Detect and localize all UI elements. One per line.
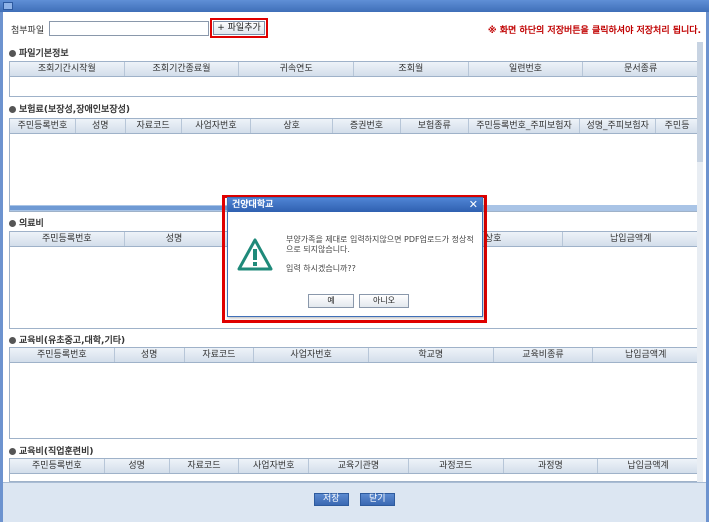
close-button[interactable]: 닫기 (360, 493, 395, 506)
confirm-dialog: 건양대학교 ✕ 부양가족을 제대로 입력하지않으면 PDF업로드가 정상적으로 … (227, 197, 483, 317)
footer-bar: 저장 닫기 (3, 482, 706, 522)
section-title-education: 교육비(유초중고,대학,기타) (9, 333, 125, 346)
add-file-button[interactable]: + 파일추가 (213, 21, 265, 35)
attach-label: 첨부파일 (11, 26, 45, 36)
section-title-vocational: 교육비(직업훈련비) (9, 444, 93, 457)
dialog-title: 건양대학교 (232, 200, 274, 210)
column-header[interactable]: 자료코드 (170, 459, 240, 473)
grid-header: 조회기간시작월 조회기간종료월 귀속연도 조회월 일련번호 문서종류 (10, 62, 699, 77)
grid-education[interactable]: 주민등록번호 성명 자료코드 사업자번호 학교명 교육비종류 납입금액계 (9, 347, 700, 439)
column-header[interactable]: 귀속연도 (239, 62, 355, 76)
save-button[interactable]: 저장 (314, 493, 349, 506)
grid-vocational[interactable]: 주민등록번호 성명 자료코드 사업자번호 교육기관명 과정코드 과정명 납입금액… (9, 458, 700, 482)
grid-header: 주민등록번호 성명 자료코드 사업자번호 교육기관명 과정코드 과정명 납입금액… (10, 459, 699, 474)
column-header[interactable]: 납입금액계 (563, 232, 699, 246)
close-icon[interactable]: ✕ (469, 198, 478, 212)
add-file-highlight: + 파일추가 (210, 18, 268, 38)
section-title-medical: 의료비 (9, 216, 44, 229)
column-header[interactable]: 납입금액계 (593, 348, 699, 362)
bullet-icon (9, 106, 16, 113)
bullet-icon (9, 220, 16, 227)
column-header[interactable]: 주민등록번호 (10, 459, 105, 473)
column-header[interactable]: 상호 (251, 119, 334, 133)
warning-icon (237, 238, 273, 271)
column-header[interactable]: 주민등록번호 (10, 348, 115, 362)
column-header[interactable]: 교육비종류 (494, 348, 594, 362)
column-header[interactable]: 보험종류 (401, 119, 469, 133)
vertical-scrollbar[interactable] (697, 42, 703, 482)
column-header[interactable]: 성명 (125, 232, 225, 246)
grid-header: 주민등록번호 성명 자료코드 사업자번호 상호 증권번호 보험종류 주민등록번호… (10, 119, 699, 134)
column-header[interactable]: 사업자번호 (239, 459, 310, 473)
column-header[interactable]: 일련번호 (469, 62, 584, 76)
section-title-insurance: 보험료(보장성,장애인보장성) (9, 102, 130, 115)
grid-header: 주민등록번호 성명 자료코드 사업자번호 학교명 교육비종류 납입금액계 (10, 348, 699, 363)
dialog-message: 부양가족을 제대로 입력하지않으면 PDF업로드가 정상적으로 되지않습니다. (286, 235, 474, 254)
column-header[interactable]: 과정코드 (409, 459, 504, 473)
yes-button[interactable]: 예 (308, 294, 354, 308)
no-button[interactable]: 아니오 (359, 294, 409, 308)
dialog-titlebar: 건양대학교 ✕ (228, 198, 482, 212)
column-header[interactable]: 교육기관명 (309, 459, 409, 473)
column-header[interactable]: 성명 (105, 459, 170, 473)
column-header[interactable]: 주민등록번호 (10, 232, 125, 246)
scrollbar-thumb[interactable] (697, 42, 703, 162)
bullet-icon (9, 50, 16, 57)
column-header[interactable]: 자료코드 (126, 119, 182, 133)
column-header[interactable]: 과정명 (504, 459, 599, 473)
column-header[interactable]: 사업자번호 (182, 119, 252, 133)
window-titlebar (0, 0, 709, 12)
column-header[interactable]: 조회월 (354, 62, 469, 76)
column-header[interactable]: 성명_주피보험자 (580, 119, 657, 133)
attach-bar: 첨부파일 + 파일추가 ※ 화면 하단의 저장버튼을 클릭하셔야 저장처리 됩니… (7, 18, 707, 38)
window-menu-icon[interactable] (3, 2, 13, 10)
column-header[interactable]: 주민등록번호 (10, 119, 76, 133)
column-header[interactable]: 학교명 (369, 348, 494, 362)
bullet-icon (9, 448, 16, 455)
column-header[interactable]: 성명 (76, 119, 126, 133)
column-header[interactable]: 사업자번호 (254, 348, 369, 362)
dialog-confirm-text: 입력 하시겠습니까?? (286, 264, 356, 273)
column-header[interactable]: 성명 (115, 348, 185, 362)
column-header[interactable]: 자료코드 (185, 348, 255, 362)
attach-file-input[interactable] (49, 21, 209, 36)
column-header[interactable]: 증권번호 (333, 119, 401, 133)
column-header[interactable]: 주민등 (656, 119, 699, 133)
save-notice: ※ 화면 하단의 저장버튼을 클릭하셔야 저장처리 됩니다. (487, 26, 701, 36)
column-header[interactable]: 납입금액계 (598, 459, 699, 473)
bullet-icon (9, 337, 16, 344)
column-header[interactable]: 문서종류 (583, 62, 699, 76)
column-header[interactable]: 주민등록번호_주피보험자 (469, 119, 581, 133)
column-header[interactable]: 조회기간종료월 (125, 62, 240, 76)
grid-file-info[interactable]: 조회기간시작월 조회기간종료월 귀속연도 조회월 일련번호 문서종류 (9, 61, 700, 97)
column-header[interactable]: 조회기간시작월 (10, 62, 125, 76)
section-title-file-info: 파일기본정보 (9, 46, 69, 59)
